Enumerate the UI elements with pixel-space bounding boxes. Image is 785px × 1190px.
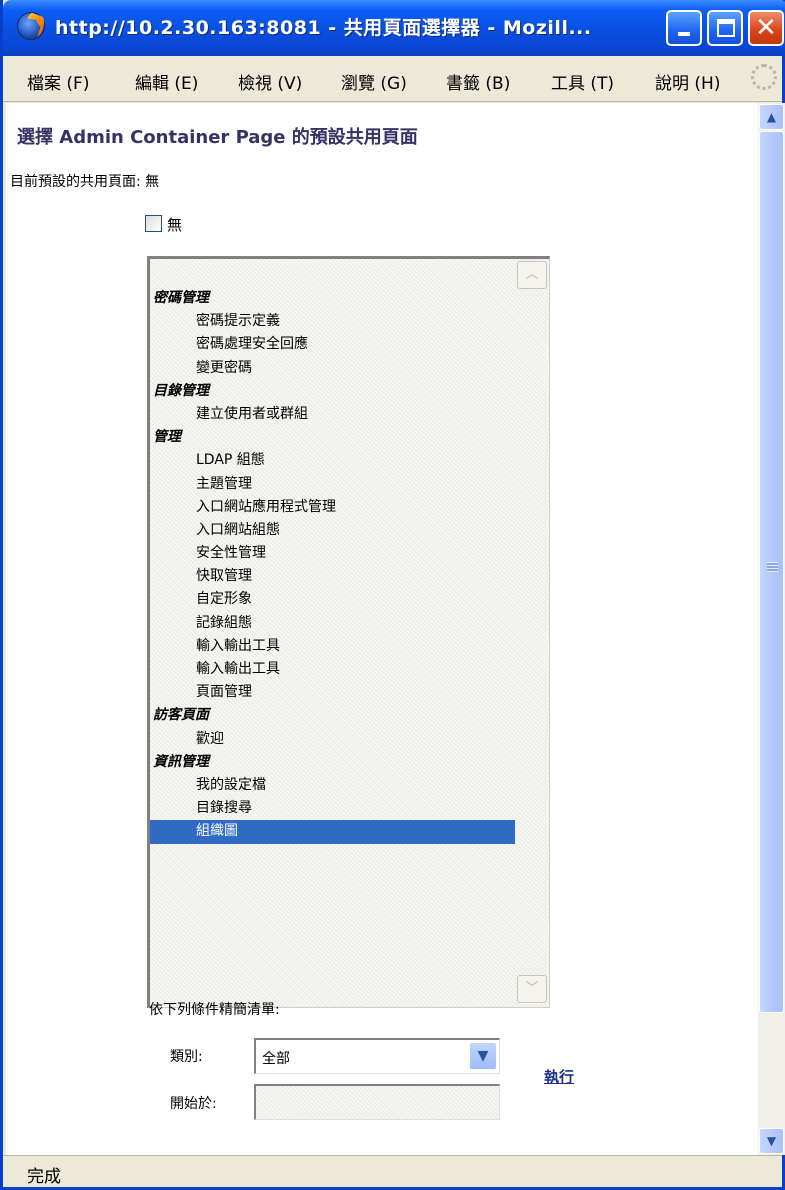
menu-bar: 檔案 (F) 編輯 (E) 檢視 (V) 瀏覽 (G) 書籤 (B) 工具 (T… <box>3 56 782 102</box>
list-group-header: 目錄管理 <box>153 382 209 399</box>
list-item[interactable]: LDAP 組態 <box>150 449 515 472</box>
firefox-icon <box>17 12 45 40</box>
list-item[interactable]: 密碼提示定義 <box>150 310 515 333</box>
window-title: http://10.2.30.163:8081 - 共用頁面選擇器 - Mozi… <box>55 17 592 39</box>
list-item[interactable]: 變更密碼 <box>150 357 515 380</box>
throbber-icon <box>751 64 777 90</box>
listbox-items: 密碼管理密碼提示定義 密碼處理安全回應 變更密碼目錄管理建立使用者或群組管理 LDAP… <box>150 287 515 844</box>
menu-view[interactable]: 檢視 (V) <box>238 69 302 94</box>
start-at-label: 開始於: <box>170 1096 217 1112</box>
page-title: 選擇 Admin Container Page 的預設共用頁面 <box>17 127 418 148</box>
page-scrollbar[interactable]: ▲ ▼ <box>758 103 785 1155</box>
listbox-scroll-up-icon[interactable]: ︿ <box>517 261 547 289</box>
list-item[interactable]: 歡迎 <box>150 728 515 751</box>
scroll-up-icon[interactable]: ▲ <box>759 104 784 130</box>
list-item[interactable]: 組織圖 <box>150 820 515 844</box>
current-default-text: 目前預設的共用頁面: 無 <box>10 174 160 190</box>
listbox-scrollbar[interactable]: ︿ ﹀ <box>517 261 547 1003</box>
menu-tools[interactable]: 工具 (T) <box>551 69 614 94</box>
menu-go[interactable]: 瀏覽 (G) <box>341 69 407 94</box>
title-bar[interactable]: http://10.2.30.163:8081 - 共用頁面選擇器 - Mozi… <box>3 0 785 56</box>
list-item[interactable]: 安全性管理 <box>150 542 515 565</box>
list-item[interactable]: 輸入輸出工具 <box>150 658 515 681</box>
menu-edit[interactable]: 編輯 (E) <box>135 69 198 94</box>
status-text: 完成 <box>27 1167 61 1187</box>
list-item[interactable]: 主題管理 <box>150 473 515 496</box>
filter-heading: 依下列條件精簡清單: <box>149 1002 280 1018</box>
chevron-down-icon[interactable]: ▼ <box>469 1042 497 1070</box>
start-at-input[interactable] <box>254 1084 500 1120</box>
close-button[interactable]: ✕ <box>748 10 784 46</box>
execute-link[interactable]: 執行 <box>544 1066 574 1087</box>
list-item[interactable]: 入口網站應用程式管理 <box>150 496 515 519</box>
list-item[interactable]: 快取管理 <box>150 565 515 588</box>
menu-file[interactable]: 檔案 (F) <box>27 69 89 94</box>
scroll-down-icon[interactable]: ▼ <box>759 1128 784 1154</box>
none-checkbox[interactable] <box>145 215 162 232</box>
category-select-value: 全部 <box>262 1051 290 1067</box>
listbox-scroll-down-icon[interactable]: ﹀ <box>517 975 547 1003</box>
list-item[interactable]: 自定形象 <box>150 588 515 611</box>
menu-bookmarks[interactable]: 書籤 (B) <box>446 69 510 94</box>
list-group-header: 訪客頁面 <box>153 707 209 724</box>
list-item[interactable]: 我的設定檔 <box>150 774 515 797</box>
page-listbox[interactable]: 密碼管理密碼提示定義 密碼處理安全回應 變更密碼目錄管理建立使用者或群組管理 LDAP… <box>147 256 550 1008</box>
page-content: 選擇 Admin Container Page 的預設共用頁面 目前預設的共用頁… <box>6 103 758 1155</box>
category-label: 類別: <box>170 1049 203 1065</box>
list-item[interactable]: 目錄搜尋 <box>150 797 515 820</box>
minimize-button[interactable] <box>666 10 702 46</box>
status-bar: 完成 <box>3 1155 782 1187</box>
list-item[interactable]: 頁面管理 <box>150 681 515 704</box>
list-item[interactable]: 記錄組態 <box>150 612 515 635</box>
close-icon: ✕ <box>755 13 777 43</box>
list-group-header: 密碼管理 <box>153 290 209 306</box>
scrollbar-thumb[interactable] <box>759 131 784 1013</box>
list-item[interactable]: 輸入輸出工具 <box>150 635 515 658</box>
list-group-header: 管理 <box>153 429 181 446</box>
browser-window: http://10.2.30.163:8081 - 共用頁面選擇器 - Mozi… <box>0 0 785 1190</box>
list-group-header: 資訊管理 <box>153 753 209 770</box>
none-checkbox-label: 無 <box>167 216 183 234</box>
list-item[interactable]: 入口網站組態 <box>150 519 515 542</box>
minimize-icon <box>678 32 690 36</box>
category-select[interactable]: 全部 ▼ <box>254 1038 500 1074</box>
menu-help[interactable]: 說明 (H) <box>655 69 720 94</box>
list-item[interactable]: 密碼處理安全回應 <box>150 333 515 356</box>
maximize-button[interactable] <box>707 10 743 46</box>
list-item[interactable]: 建立使用者或群組 <box>150 403 515 426</box>
scrollbar-grip-icon <box>767 562 778 572</box>
maximize-icon <box>717 19 735 37</box>
